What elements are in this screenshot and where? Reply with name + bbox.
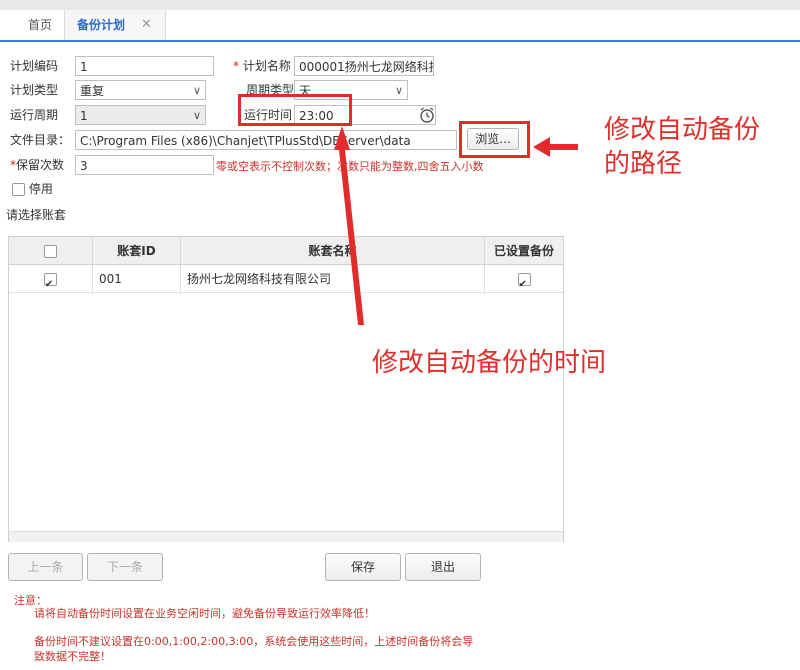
- annotation-arrows: [334, 126, 578, 325]
- arrow-to-run-time: [334, 126, 364, 325]
- arrow-to-browse: [533, 137, 578, 157]
